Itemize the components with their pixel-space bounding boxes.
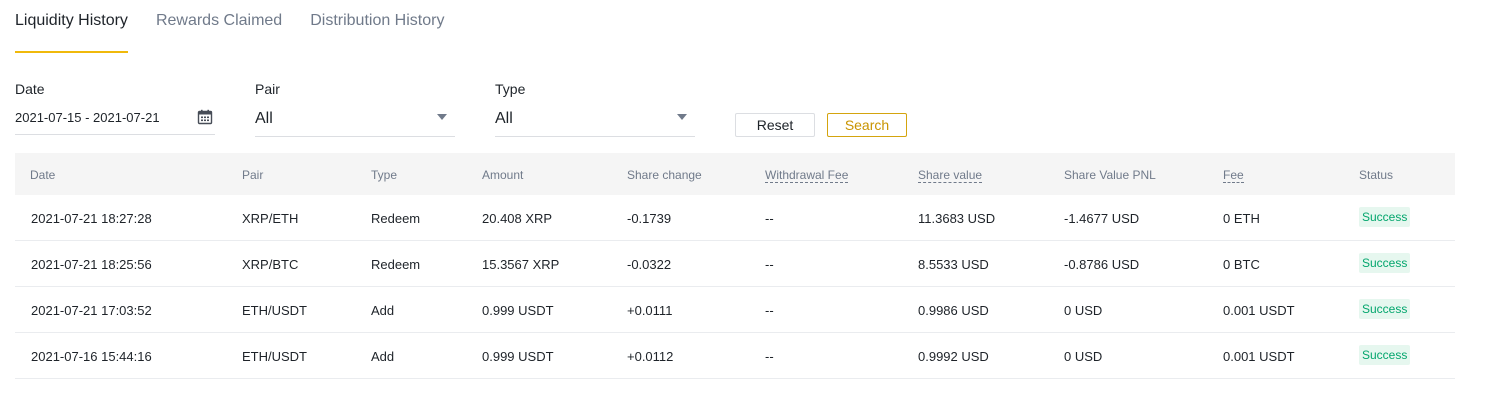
status-badge: Success <box>1359 299 1411 319</box>
cell-fee: 0 ETH <box>1223 211 1260 226</box>
cell-withdrawal-fee: -- <box>765 303 774 318</box>
tab-distribution-history[interactable]: Distribution History <box>310 0 444 54</box>
cell-amount: 0.999 USDT <box>482 303 554 318</box>
status-badge: Success <box>1359 253 1411 273</box>
cell-share-value-pnl: -1.4677 USD <box>1064 211 1140 226</box>
header-type: Type <box>371 168 398 182</box>
cell-share-value-pnl: -0.8786 USD <box>1064 257 1140 272</box>
header-share-value-pnl: Share Value PNL <box>1064 168 1156 182</box>
cell-date: 2021-07-16 15:44:16 <box>31 349 152 364</box>
header-share-value[interactable]: Share value <box>918 168 983 183</box>
type-select[interactable]: All <box>495 104 695 137</box>
date-range-value: 2021-07-15 - 2021-07-21 <box>15 110 160 125</box>
type-filter-label: Type <box>495 81 526 97</box>
table-row: 2021-07-16 15:44:16 ETH/USDT Add 0.999 U… <box>15 333 1455 379</box>
cell-share-value-pnl: 0 USD <box>1064 303 1103 318</box>
header-date: Date <box>30 168 56 182</box>
cell-pair: XRP/ETH <box>242 211 299 226</box>
cell-fee: 0 BTC <box>1223 257 1260 272</box>
header-fee[interactable]: Fee <box>1223 168 1244 183</box>
cell-withdrawal-fee: -- <box>765 257 774 272</box>
caret-down-icon <box>437 114 447 120</box>
cell-share-change: +0.0112 <box>627 349 674 364</box>
cell-amount: 0.999 USDT <box>482 349 554 364</box>
cell-date: 2021-07-21 18:27:28 <box>31 211 152 226</box>
cell-share-change: +0.0111 <box>627 303 673 318</box>
date-filter-label: Date <box>15 81 45 97</box>
cell-type: Add <box>371 349 395 364</box>
header-share-change: Share change <box>627 168 702 182</box>
status-badge: Success <box>1359 207 1411 227</box>
cell-pair: ETH/USDT <box>242 349 307 364</box>
caret-down-icon <box>677 114 687 120</box>
cell-pair: ETH/USDT <box>242 303 307 318</box>
reset-button[interactable]: Reset <box>735 113 815 137</box>
table-header: Date Pair Type Amount Share change Withd… <box>15 153 1455 195</box>
tab-rewards-claimed[interactable]: Rewards Claimed <box>156 0 282 54</box>
table-row: 2021-07-21 18:27:28 XRP/ETH Redeem 20.40… <box>15 195 1455 241</box>
cell-fee: 0.001 USDT <box>1223 303 1295 318</box>
cell-share-value: 8.5533 USD <box>918 257 989 272</box>
cell-share-change: -0.0322 <box>627 257 672 272</box>
cell-share-value: 0.9986 USD <box>918 303 989 318</box>
cell-fee: 0.001 USDT <box>1223 349 1295 364</box>
cell-date: 2021-07-21 18:25:56 <box>31 257 152 272</box>
header-pair: Pair <box>242 168 264 182</box>
liquidity-history-table: Date Pair Type Amount Share change Withd… <box>15 153 1455 379</box>
calendar-icon[interactable] <box>197 109 213 125</box>
cell-pair: XRP/BTC <box>242 257 299 272</box>
cell-share-value: 11.3683 USD <box>918 211 996 226</box>
cell-type: Redeem <box>371 211 421 226</box>
cell-withdrawal-fee: -- <box>765 349 774 364</box>
pair-select[interactable]: All <box>255 104 455 137</box>
status-badge: Success <box>1359 345 1411 365</box>
cell-share-value-pnl: 0 USD <box>1064 349 1103 364</box>
header-amount: Amount <box>482 168 524 182</box>
header-status: Status <box>1359 168 1394 182</box>
table-row: 2021-07-21 17:03:52 ETH/USDT Add 0.999 U… <box>15 287 1455 333</box>
date-range-picker[interactable]: 2021-07-15 - 2021-07-21 <box>15 104 215 135</box>
history-tabs: Liquidity History Rewards Claimed Distri… <box>15 0 472 54</box>
cell-amount: 15.3567 XRP <box>482 257 560 272</box>
header-withdrawal-fee[interactable]: Withdrawal Fee <box>765 168 849 183</box>
pair-select-value: All <box>255 110 273 127</box>
cell-date: 2021-07-21 17:03:52 <box>31 303 152 318</box>
cell-share-change: -0.1739 <box>627 211 672 226</box>
search-button[interactable]: Search <box>827 113 907 137</box>
cell-type: Redeem <box>371 257 421 272</box>
cell-amount: 20.408 XRP <box>482 211 553 226</box>
cell-withdrawal-fee: -- <box>765 211 774 226</box>
type-select-value: All <box>495 110 513 127</box>
cell-type: Add <box>371 303 395 318</box>
pair-filter-label: Pair <box>255 81 280 97</box>
cell-share-value: 0.9992 USD <box>918 349 989 364</box>
table-row: 2021-07-21 18:25:56 XRP/BTC Redeem 15.35… <box>15 241 1455 287</box>
tab-liquidity-history[interactable]: Liquidity History <box>15 0 128 54</box>
